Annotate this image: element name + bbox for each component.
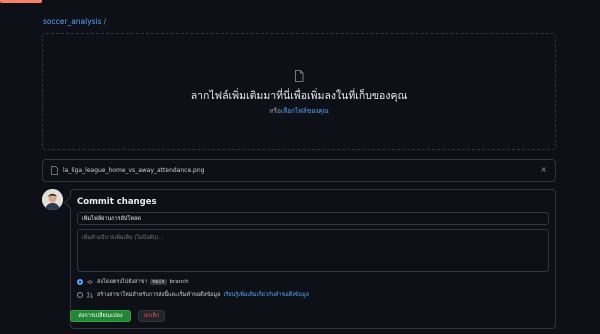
avatar [42,189,63,210]
file-icon [295,70,304,82]
commit-changes-form: Commit changes ส่งโดยตรงไปยังสาขา main b… [70,189,556,329]
choose-files-link[interactable]: เลือกไฟล์ของคุณ [281,107,329,115]
dropzone-subtitle: หรือเลือกไฟล์ของคุณ [43,106,555,116]
commit-description-textarea[interactable] [77,229,549,272]
commit-icon [87,280,93,284]
learn-more-pull-requests-link[interactable]: เรียนรู้เพิ่มเติมเกี่ยวกับคำขอดึงข้อมูล [223,291,308,299]
commit-title: Commit changes [77,197,157,207]
commit-new-branch-option[interactable]: สร้างสาขาใหม่สำหรับการส่งนี้และเริ่มคำขอ… [77,291,309,299]
breadcrumb-separator: / [103,17,107,26]
header-accent-bar [0,0,42,3]
file-icon [51,166,58,175]
breadcrumb: soccer_analysis / [43,17,106,26]
new-branch-option-label: สร้างสาขาใหม่สำหรับการส่งนี้และเริ่มคำขอ… [97,292,221,298]
dropzone-title: ลากไฟล์เพิ่มเติมมาที่นี่เพื่อเพิ่มลงในที… [190,90,408,102]
branch-suffix: branch [169,279,189,285]
pull-request-icon [87,292,93,298]
commit-direct-option[interactable]: ส่งโดยตรงไปยังสาขา main branch [77,278,189,286]
radio-direct-commit[interactable] [77,279,83,285]
commit-summary-input[interactable] [77,212,549,225]
branch-name: main [150,279,167,285]
file-name: la_liga_league_home_vs_away_attendance.p… [63,167,205,174]
direct-option-label: ส่งโดยตรงไปยังสาขา [97,279,148,285]
repo-link[interactable]: soccer_analysis [43,17,102,26]
dropzone-prefix: หรือ [269,107,281,115]
cancel-button[interactable]: ยกเลิก [138,310,165,322]
file-dropzone[interactable]: ลากไฟล์เพิ่มเติมมาที่นี่เพื่อเพิ่มลงในที… [42,33,556,150]
radio-new-branch[interactable] [77,292,83,298]
commit-changes-button[interactable]: ส่งการเปลี่ยนแปลง [70,310,131,322]
uploaded-file-row: la_liga_league_home_vs_away_attendance.p… [42,159,556,182]
remove-file-icon[interactable]: × [540,165,547,174]
